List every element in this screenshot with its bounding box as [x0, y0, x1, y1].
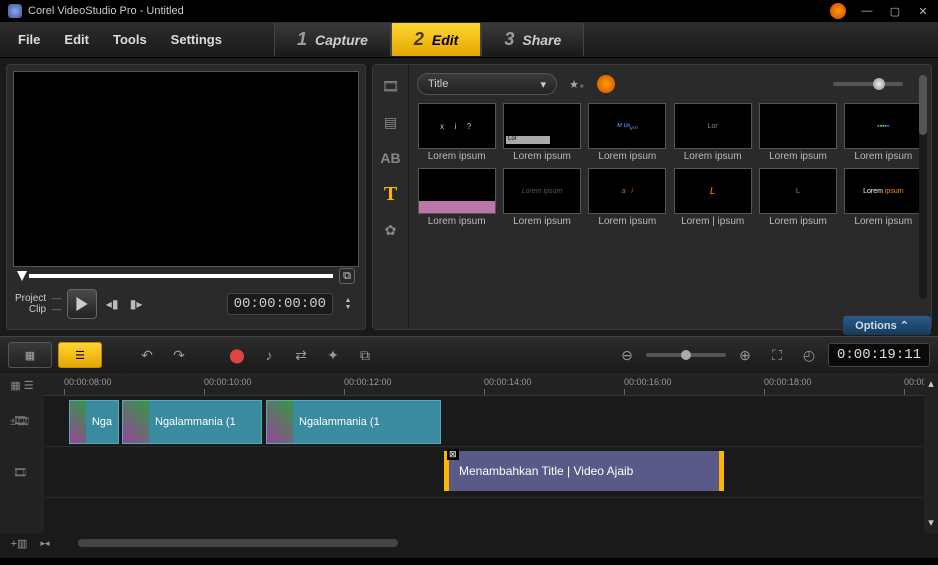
- close-button[interactable]: ✕: [916, 4, 930, 18]
- zoom-in-button[interactable]: ⊕: [732, 342, 758, 368]
- thumb-zoom-slider[interactable]: [833, 82, 903, 86]
- title-thumb[interactable]: x i ?Lorem ipsum: [417, 103, 496, 162]
- chevron-up-icon: ⌃: [900, 320, 909, 332]
- video-clip[interactable]: Ngalammania (1: [266, 400, 441, 444]
- libtab-transition[interactable]: ▤: [378, 109, 404, 135]
- play-button[interactable]: [67, 289, 97, 319]
- title-thumb[interactable]: LorLorem ipsum: [502, 103, 581, 162]
- video-clip[interactable]: Nga: [69, 400, 119, 444]
- clock-icon[interactable]: [597, 75, 615, 93]
- menu-tools[interactable]: Tools: [101, 32, 159, 47]
- add-track-button[interactable]: +▥: [6, 530, 32, 556]
- expand-icon[interactable]: ⧉: [339, 268, 355, 284]
- timeline-hscrollbar[interactable]: [58, 537, 932, 549]
- zoom-out-button[interactable]: ⊖: [614, 342, 640, 368]
- step-share[interactable]: 3Share: [481, 23, 584, 56]
- prev-frame-button[interactable]: ◂▮: [103, 296, 121, 312]
- window-title: Corel VideoStudio Pro - Untitled: [28, 5, 830, 17]
- category-dropdown[interactable]: Title▾: [417, 73, 557, 95]
- timeline-view-button[interactable]: ☰: [58, 342, 102, 368]
- title-thumb[interactable]: Lorem ipsum: [758, 103, 837, 162]
- timeline-zoom-slider[interactable]: [646, 353, 726, 357]
- batch-convert-button[interactable]: ⇄: [288, 342, 314, 368]
- title-thumb[interactable]: LLorem ipsum: [758, 168, 837, 227]
- menu-file[interactable]: File: [6, 32, 52, 47]
- fit-button[interactable]: ⛶: [764, 342, 790, 368]
- menu-settings[interactable]: Settings: [159, 32, 234, 47]
- libtab-media[interactable]: 🎞: [378, 73, 404, 99]
- pizza-icon[interactable]: [830, 3, 846, 19]
- mode-labels: ProjectClip: [15, 293, 46, 315]
- subtitle-button[interactable]: ⧉: [352, 342, 378, 368]
- libtab-text[interactable]: AB: [378, 145, 404, 171]
- collapse-button[interactable]: ▸◂: [32, 530, 58, 556]
- seek-playhead[interactable]: [17, 271, 27, 281]
- undo-button[interactable]: ↶: [134, 342, 160, 368]
- app-icon: [8, 4, 22, 18]
- clock-button[interactable]: ◴: [796, 342, 822, 368]
- step-edit[interactable]: 2Edit: [391, 23, 481, 56]
- title-clip-label: Menambahkan Title | Video Ajaib: [459, 464, 633, 478]
- minimize-button[interactable]: —: [860, 4, 874, 18]
- libtab-title[interactable]: T: [378, 181, 404, 207]
- clip-lock-icon: ⊠: [447, 449, 459, 460]
- title-thumb[interactable]: ▪▪▪▪▪Lorem ipsum: [844, 103, 923, 162]
- title-track-icon[interactable]: 🎞: [0, 447, 40, 497]
- video-clip[interactable]: Ngalammania (1: [122, 400, 262, 444]
- title-thumb[interactable]: LorLorem ipsum: [673, 103, 752, 162]
- add-favorite-icon[interactable]: ★₊: [567, 74, 587, 94]
- track-toggle-1[interactable]: ▦ ☰: [0, 373, 44, 397]
- title-thumb[interactable]: Lorem ipsumLorem ipsum: [844, 168, 923, 227]
- audio-mixer-button[interactable]: ♪: [256, 342, 282, 368]
- timeline-timecode[interactable]: 0:00:19:11: [828, 343, 930, 367]
- timeline-ruler[interactable]: 00:00:08:0000:00:10:0000:00:12:0000:00:1…: [44, 373, 938, 396]
- painting-button[interactable]: ✦: [320, 342, 346, 368]
- options-button[interactable]: Options ⌃: [843, 316, 931, 335]
- step-capture[interactable]: 1Capture: [274, 23, 391, 56]
- title-thumb[interactable]: a iLorem ipsum: [588, 168, 667, 227]
- library-scrollbar[interactable]: [919, 75, 927, 299]
- seek-bar[interactable]: [29, 274, 333, 278]
- libtab-filter[interactable]: ✿: [378, 217, 404, 243]
- title-thumb[interactable]: LLorem | ipsum: [673, 168, 752, 227]
- title-thumb[interactable]: ᴹ ᵁˢᵤₘLorem ipsum: [588, 103, 667, 162]
- title-clip[interactable]: ⊠ Menambahkan Title | Video Ajaib: [444, 451, 724, 491]
- maximize-button[interactable]: ▢: [888, 4, 902, 18]
- video-track-icon[interactable]: ±🎞: [0, 396, 40, 446]
- menu-edit[interactable]: Edit: [52, 32, 101, 47]
- title-thumb[interactable]: Lorem ipsumLorem ipsum: [502, 168, 581, 227]
- chevron-down-icon: ▾: [540, 78, 546, 91]
- title-track[interactable]: 🎞 ⊠ Menambahkan Title | Video Ajaib: [44, 447, 938, 498]
- redo-button[interactable]: ↷: [166, 342, 192, 368]
- next-frame-button[interactable]: ▮▸: [127, 296, 145, 312]
- storyboard-view-button[interactable]: ▦: [8, 342, 52, 368]
- title-thumb[interactable]: Lorem ipsum: [417, 168, 496, 227]
- video-track[interactable]: ±🎞 NgaNgalammania (1Ngalammania (1: [44, 396, 938, 447]
- preview-screen[interactable]: [13, 71, 359, 267]
- audio-track[interactable]: [44, 498, 938, 533]
- timeline-vscrollbar[interactable]: ▴▾: [924, 373, 938, 533]
- record-button[interactable]: ⬤: [224, 342, 250, 368]
- preview-timecode[interactable]: 00:00:00:00: [227, 293, 333, 315]
- timecode-spinner[interactable]: ▲▼: [339, 296, 357, 312]
